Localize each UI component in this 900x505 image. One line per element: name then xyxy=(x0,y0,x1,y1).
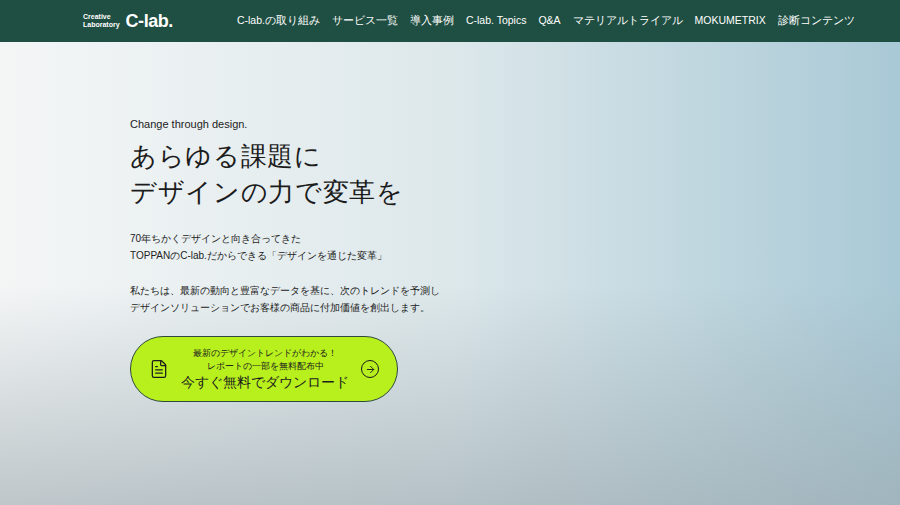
nav-item[interactable]: 導入事例 xyxy=(410,13,454,29)
hero-paragraph-line: デザインソリューションでお客様の商品に付加価値を創出します。 xyxy=(130,299,900,316)
arrow-right-icon xyxy=(365,364,376,375)
nav-item[interactable]: C-lab. Topics xyxy=(466,13,527,29)
cta-sub: レポートの一部を無料配布中 xyxy=(207,360,324,373)
hero-heading-line: デザインの力で変革を xyxy=(130,174,900,210)
logo-mark: C-lab. xyxy=(126,12,173,30)
logo[interactable]: CreativeLaboratory C-lab. xyxy=(83,12,173,30)
main-nav: C-lab.の取り組みサービス一覧導入事例 C-lab. Topics Q&A マテリ… xyxy=(237,13,855,29)
hero-paragraph: 私たちは、最新の動向と豊富なデータを基に、次のトレンドを予測しデザインソリューシ… xyxy=(130,282,900,316)
logo-small-text: CreativeLaboratory xyxy=(83,13,120,28)
hero-paragraphs: 70年ちかくデザインと向き合ってきたTOPPANのC-lab.だからできる「デザ… xyxy=(130,230,900,316)
hero-tagline: Change through design. xyxy=(130,116,900,132)
document-icon xyxy=(149,359,169,379)
hero-heading-line: あらゆる課題に xyxy=(130,138,900,174)
nav-item[interactable]: 診断コンテンツ xyxy=(778,13,855,29)
nav-item[interactable]: サービス一覧 xyxy=(332,13,398,29)
logo-small-line: Laboratory xyxy=(83,21,120,29)
hero-paragraph: 70年ちかくデザインと向き合ってきたTOPPANのC-lab.だからできる「デザ… xyxy=(130,230,900,264)
hero: Change through design. あらゆる課題にデザインの力で変革を 7… xyxy=(0,42,900,505)
nav-item[interactable]: マテリアルトライアル xyxy=(573,13,683,29)
top-nav-bar: CreativeLaboratory C-lab. C-lab.の取り組みサービス一… xyxy=(0,0,900,42)
cta-text: 最新のデザイントレンドがわかる！レポートの一部を無料配布中今すぐ無料でダウンロー… xyxy=(177,347,353,392)
cta-eyebrow: 最新のデザイントレンドがわかる！ xyxy=(193,347,337,360)
nav-item[interactable]: MOKUMETRIX xyxy=(695,13,766,29)
hero-heading: あらゆる課題にデザインの力で変革を xyxy=(130,138,900,210)
download-cta-button[interactable]: 最新のデザイントレンドがわかる！レポートの一部を無料配布中今すぐ無料でダウンロー… xyxy=(130,336,398,402)
cta-label: 今すぐ無料でダウンロード xyxy=(181,373,349,392)
hero-background-city xyxy=(0,285,900,505)
hero-paragraph-line: TOPPANのC-lab.だからできる「デザインを通じた変革」 xyxy=(130,247,900,264)
arrow-circle xyxy=(361,360,379,378)
nav-item[interactable]: C-lab.の取り組み xyxy=(237,13,320,29)
logo-small-line: Creative xyxy=(83,13,120,21)
hero-paragraph-line: 70年ちかくデザインと向き合ってきた xyxy=(130,230,900,247)
hero-paragraph-line: 私たちは、最新の動向と豊富なデータを基に、次のトレンドを予測し xyxy=(130,282,900,299)
nav-item[interactable]: Q&A xyxy=(538,13,560,29)
page: CreativeLaboratory C-lab. C-lab.の取り組みサービス一… xyxy=(0,0,900,505)
hero-content: Change through design. あらゆる課題にデザインの力で変革を 7… xyxy=(0,42,900,402)
